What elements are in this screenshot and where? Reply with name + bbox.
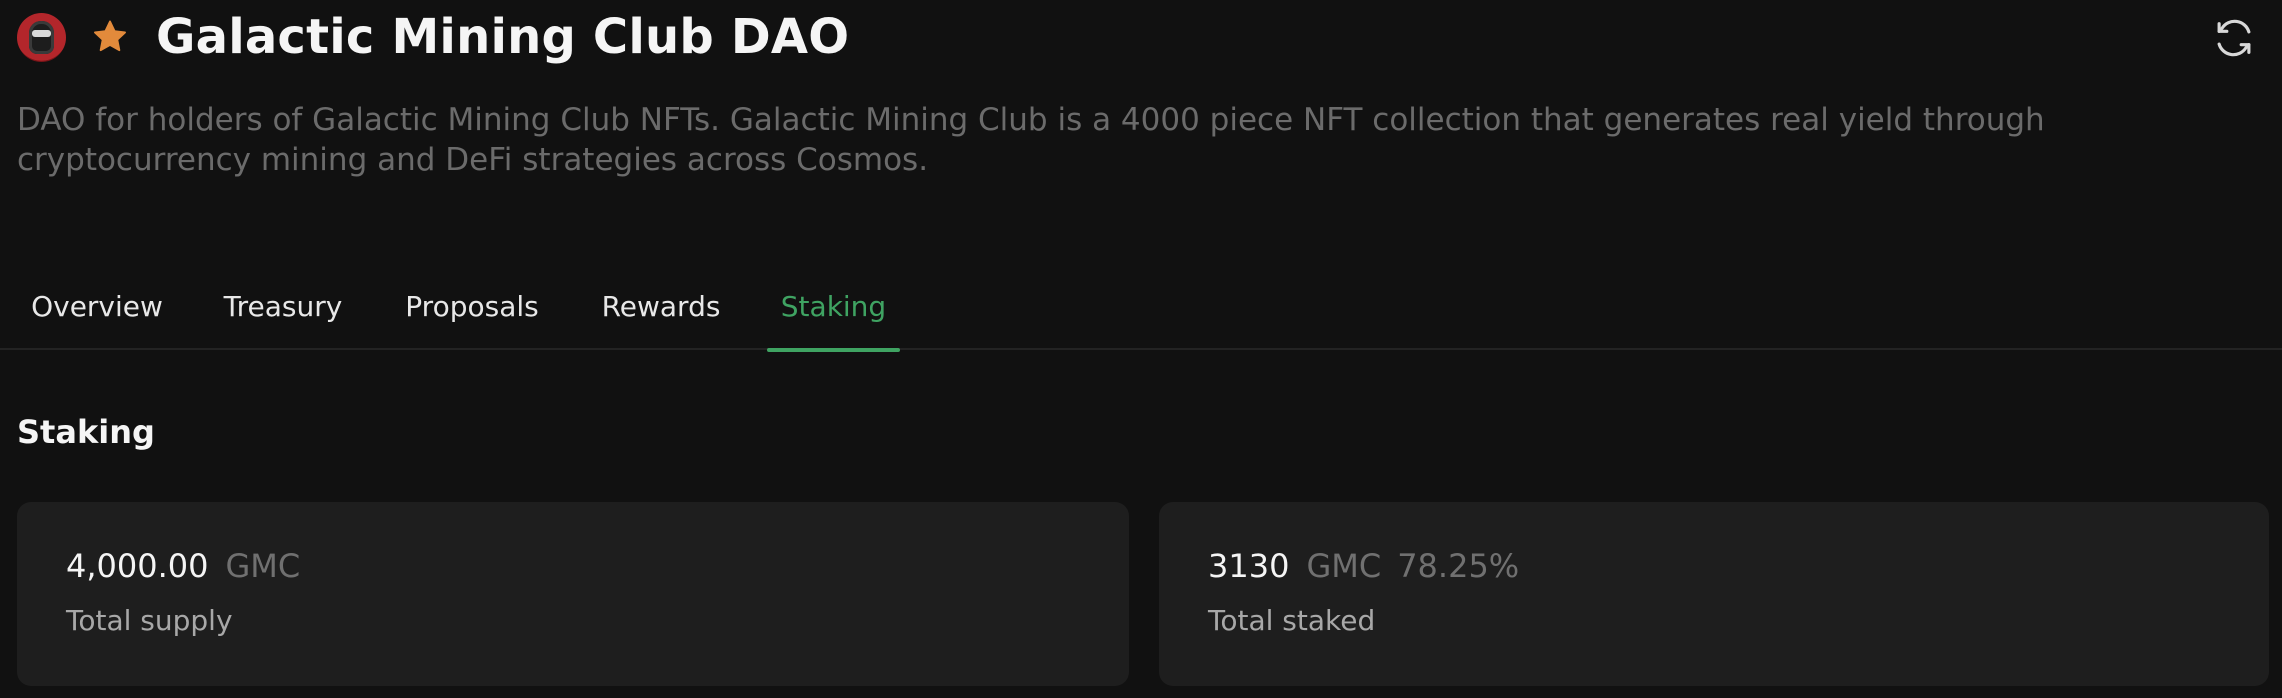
tab-treasury[interactable]: Treasury [208, 262, 358, 350]
total-supply-card: 4,000.00 GMC Total supply [17, 502, 1129, 686]
dao-description: DAO for holders of Galactic Mining Club … [17, 102, 2045, 178]
total-staked-percent: 78.25% [1397, 547, 1520, 585]
total-supply-label: Total supply [66, 604, 233, 637]
dao-avatar-icon [17, 12, 66, 62]
dao-tabs: Overview Treasury Proposals Rewards Stak… [0, 262, 2282, 352]
tab-overview[interactable]: Overview [17, 262, 177, 350]
avatar-face [29, 20, 54, 54]
total-supply-unit: GMC [225, 547, 301, 585]
tab-proposals[interactable]: Proposals [389, 262, 555, 350]
total-staked-card: 3130 GMC 78.25% Total staked [1159, 502, 2269, 686]
page-title: Galactic Mining Club DAO [156, 9, 850, 65]
total-staked-label: Total staked [1208, 604, 1376, 637]
total-supply-value-row: 4,000.00 GMC [66, 547, 300, 585]
total-staked-value-row: 3130 GMC 78.25% [1208, 547, 1519, 585]
dao-page: Galactic Mining Club DAO DAO for holders… [0, 0, 2282, 698]
refresh-icon[interactable] [2212, 16, 2256, 60]
total-staked-value: 3130 [1208, 547, 1290, 585]
total-supply-value: 4,000.00 [66, 547, 209, 585]
tab-staking[interactable]: Staking [767, 262, 900, 352]
star-icon[interactable] [90, 17, 130, 57]
staking-section-title: Staking [17, 413, 155, 451]
avatar-visor [32, 29, 51, 37]
dao-header: Galactic Mining Club DAO [17, 8, 2282, 66]
tab-rewards[interactable]: Rewards [590, 262, 732, 350]
total-staked-unit: GMC [1306, 547, 1382, 585]
